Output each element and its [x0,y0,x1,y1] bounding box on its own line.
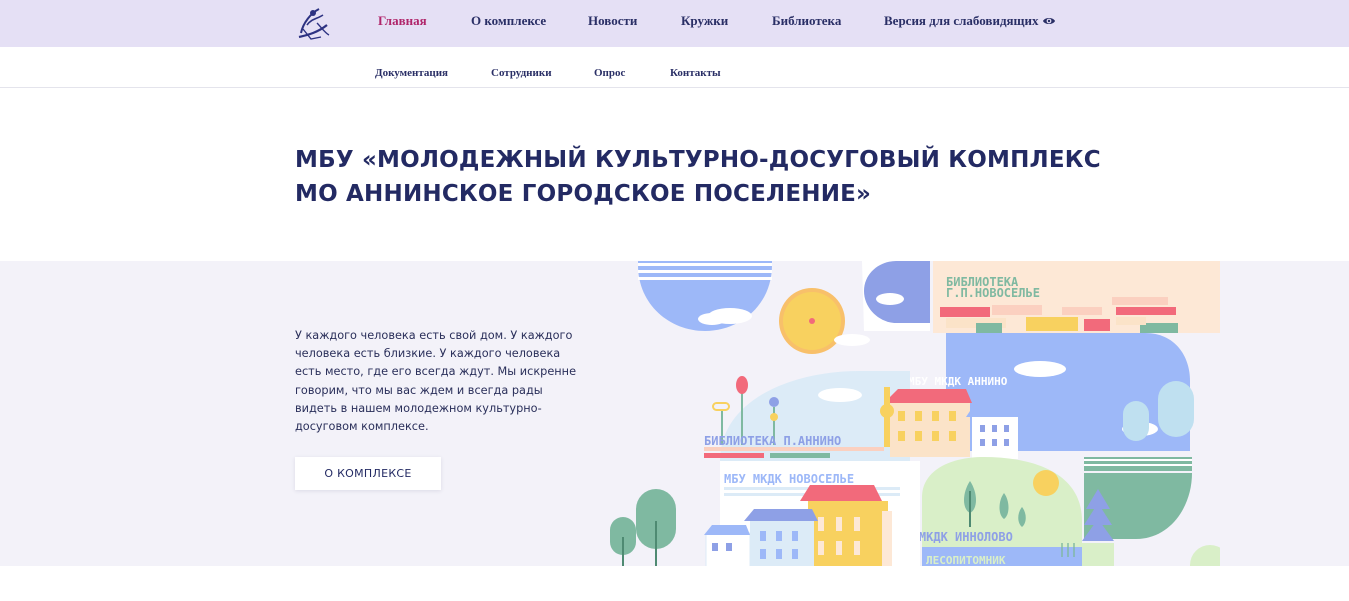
nav-item-home[interactable]: Главная [378,13,427,29]
page-title-line-1: МБУ «МОЛОДЕЖНЫЙ КУЛЬТУРНО-ДОСУГОВЫЙ КОМП… [295,147,1101,173]
subnav-item-survey[interactable]: Опрос [594,67,625,79]
subnav-item-documents[interactable]: Документация [375,67,448,79]
dancer-logo-icon[interactable] [293,3,333,43]
nav-item-about[interactable]: О комплексе [471,13,546,29]
subnav-item-contacts[interactable]: Контакты [670,67,721,79]
sub-navigation: Документация Сотрудники Опрос Контакты [0,47,1349,88]
label-lesopitomnik: ЛЕСОПИТОМНИК [926,554,1006,566]
nav-item-low-vision[interactable]: Версия для слабовидящих [884,13,1039,29]
nav-item-library[interactable]: Библиотека [772,13,841,29]
hero-description: У каждого человека есть свой дом. У кажд… [295,329,577,434]
label-mkdk-novoselie: МБУ МКДК НОВОСЕЛЬЕ [724,472,854,486]
label-lib-novoselie-2: Г.П.НОВОСЕЛЬЕ [946,286,1040,300]
nav-item-news[interactable]: Новости [588,13,637,29]
page-title-line-2: МО АННИНСКОЕ ГОРОДСКОЕ ПОСЕЛЕНИЕ» [295,181,872,207]
page-title: МБУ «МОЛОДЕЖНЫЙ КУЛЬТУРНО-ДОСУГОВЫЙ КОМП… [295,143,1101,211]
hero-section: У каждого человека есть свой дом. У кажд… [0,261,1349,566]
eye-icon[interactable] [1042,14,1056,28]
top-navigation: Главная О комплексе Новости Кружки Библи… [0,0,1349,47]
town-illustration: БИБЛИОТЕКА Г.П.НОВОСЕЛЬЕ МБУ МКДК АННИНО [610,261,1220,566]
nav-item-clubs[interactable]: Кружки [681,13,728,29]
label-mkdk-annino: МБУ МКДК АННИНО [908,375,1008,388]
subnav-item-staff[interactable]: Сотрудники [491,67,552,79]
about-complex-button[interactable]: О КОМПЛЕКСЕ [295,457,441,490]
label-lib-annino: БИБЛИОТЕКА П.АННИНО [704,434,841,448]
